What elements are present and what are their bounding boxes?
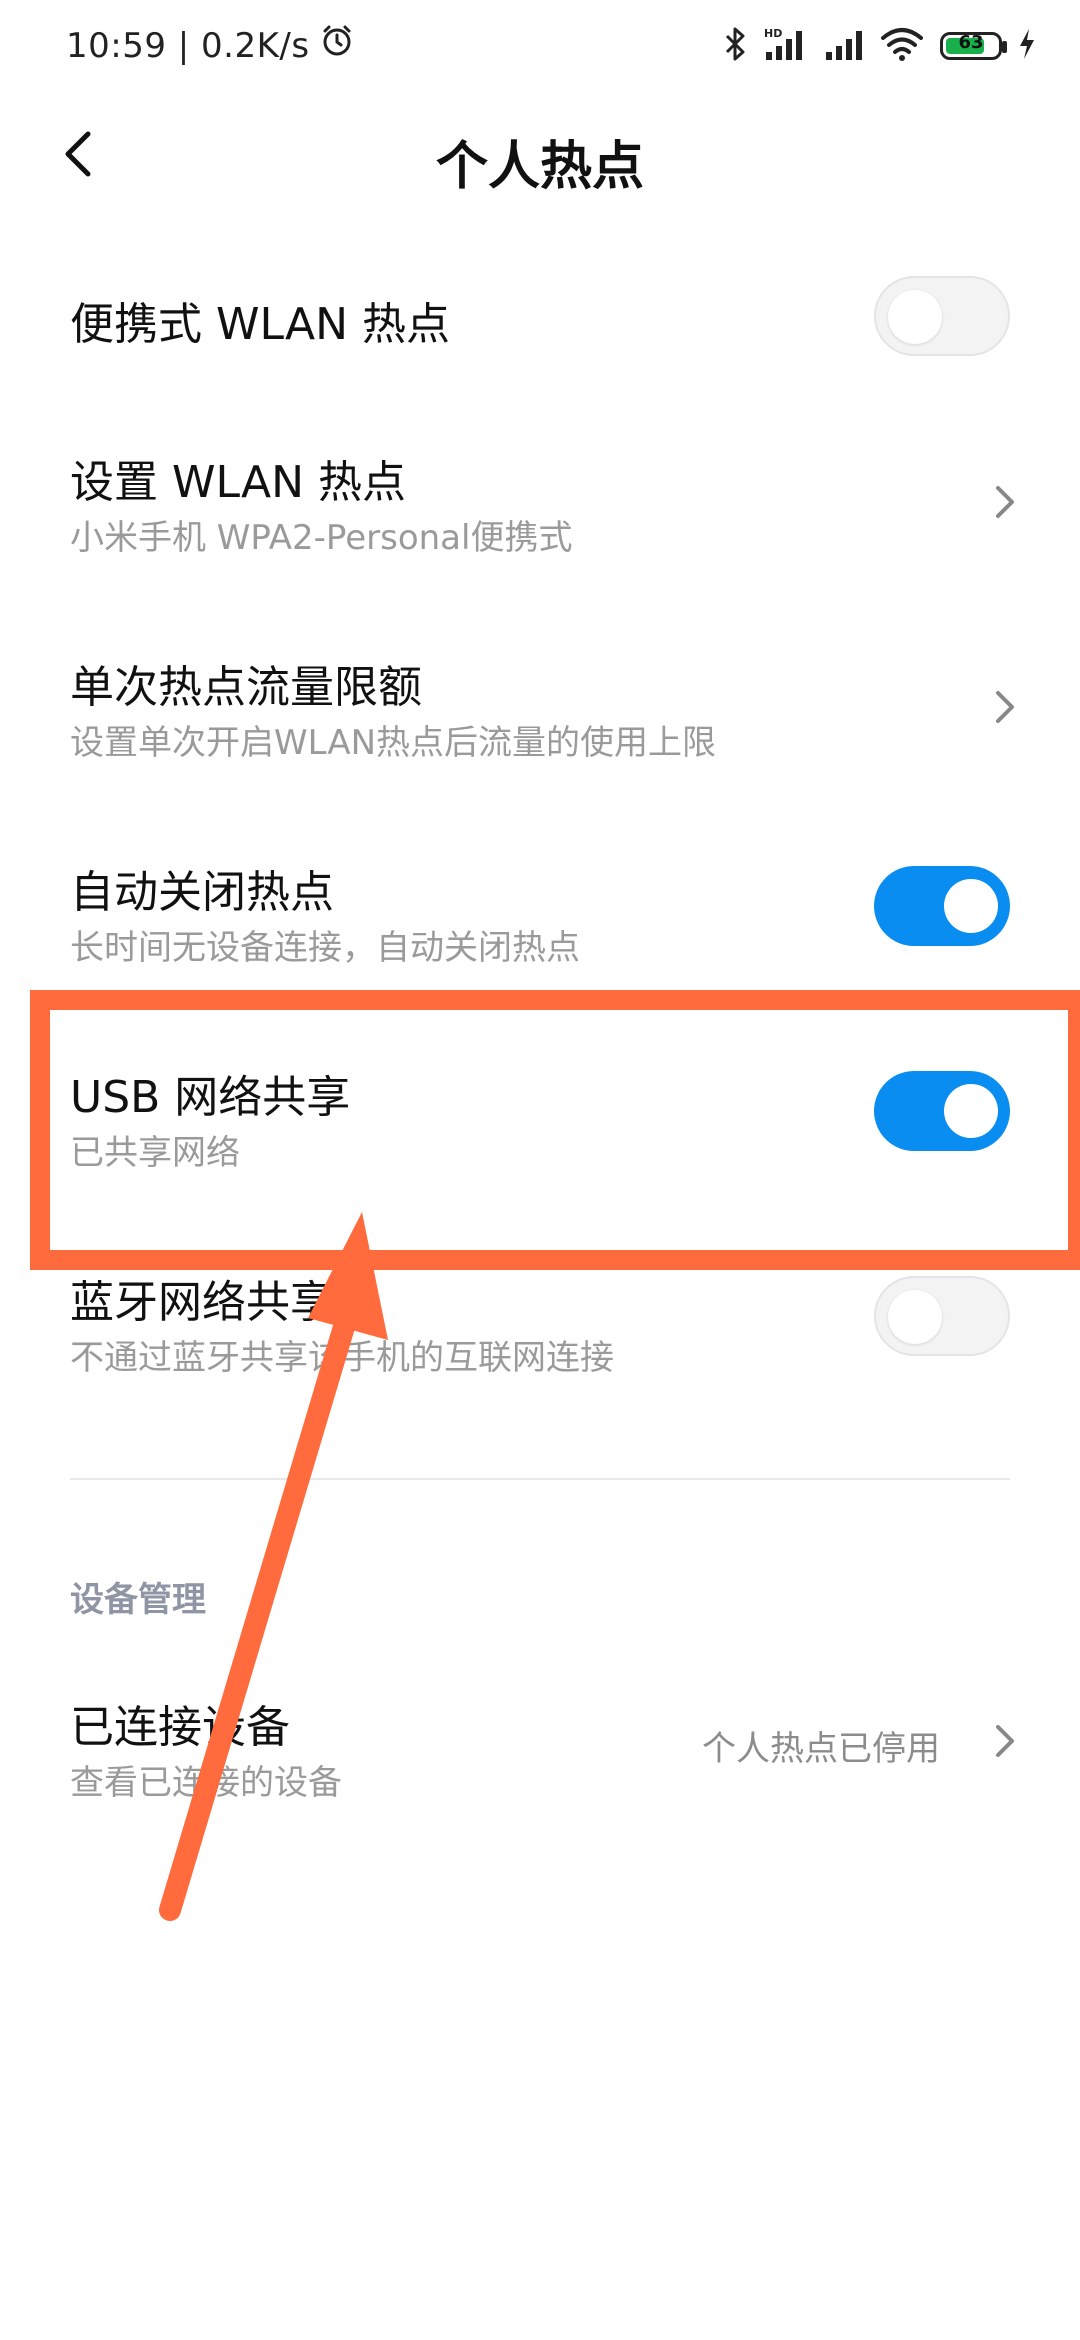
- chevron-right-icon: [996, 486, 1014, 518]
- usb-tethering-title: USB 网络共享: [70, 1072, 351, 1123]
- chevron-right-icon: [996, 1725, 1014, 1757]
- section-divider: [70, 1478, 1010, 1480]
- row-bt-tethering[interactable]: 蓝牙网络共享 不通过蓝牙共享该手机的互联网连接: [0, 1240, 1080, 1410]
- status-right: HD 63: [724, 26, 1036, 66]
- data-limit-subtitle: 设置单次开启WLAN热点后流量的使用上限: [70, 723, 717, 763]
- wifi-icon: [880, 26, 924, 66]
- connected-devices-status: 个人热点已停用: [702, 1729, 940, 1769]
- row-portable-hotspot[interactable]: 便携式 WLAN 热点: [0, 260, 1080, 380]
- bt-tethering-subtitle: 不通过蓝牙共享该手机的互联网连接: [70, 1338, 614, 1378]
- bt-tethering-toggle[interactable]: [874, 1276, 1010, 1356]
- portable-hotspot-toggle[interactable]: [874, 276, 1010, 356]
- auto-off-subtitle: 长时间无设备连接，自动关闭热点: [70, 928, 580, 968]
- row-data-limit[interactable]: 单次热点流量限额 设置单次开启WLAN热点后流量的使用上限: [0, 625, 1080, 795]
- section-header-device-management: 设备管理: [70, 1580, 206, 1620]
- toggle-knob: [944, 879, 998, 933]
- setup-hotspot-title: 设置 WLAN 热点: [70, 457, 407, 508]
- status-left: 10:59 | 0.2K/s: [66, 24, 354, 67]
- alarm-icon: [320, 24, 354, 67]
- charging-icon: [1018, 28, 1036, 64]
- svg-text:HD: HD: [764, 27, 782, 40]
- toggle-knob: [944, 1084, 998, 1138]
- bluetooth-icon: [724, 26, 746, 66]
- auto-off-title: 自动关闭热点: [70, 867, 334, 918]
- usb-tethering-toggle[interactable]: [874, 1071, 1010, 1151]
- data-limit-title: 单次热点流量限额: [70, 662, 422, 713]
- hd-signal-icon: HD: [762, 26, 808, 66]
- portable-hotspot-title: 便携式 WLAN 热点: [70, 299, 451, 350]
- chevron-right-icon: [996, 691, 1014, 723]
- battery-level: 63: [958, 32, 984, 53]
- header: 个人热点: [0, 96, 1080, 216]
- connected-devices-title: 已连接设备: [70, 1702, 290, 1753]
- row-auto-off[interactable]: 自动关闭热点 长时间无设备连接，自动关闭热点: [0, 830, 1080, 1000]
- status-bar: 10:59 | 0.2K/s HD 63: [0, 0, 1080, 96]
- connected-devices-subtitle: 查看已连接的设备: [70, 1763, 342, 1803]
- row-connected-devices[interactable]: 已连接设备 查看已连接的设备 个人热点已停用: [0, 1665, 1080, 1835]
- usb-tethering-subtitle: 已共享网络: [70, 1133, 240, 1173]
- setup-hotspot-subtitle: 小米手机 WPA2-Personal便携式: [70, 518, 573, 558]
- auto-off-toggle[interactable]: [874, 866, 1010, 946]
- row-setup-hotspot[interactable]: 设置 WLAN 热点 小米手机 WPA2-Personal便携式: [0, 420, 1080, 590]
- toggle-knob: [888, 1290, 942, 1344]
- battery-icon: 63: [940, 32, 1007, 60]
- toggle-knob: [888, 290, 942, 344]
- page-title: 个人热点: [435, 137, 644, 197]
- signal-icon: [824, 26, 864, 66]
- row-usb-tethering[interactable]: USB 网络共享 已共享网络: [0, 1035, 1080, 1205]
- bt-tethering-title: 蓝牙网络共享: [70, 1277, 334, 1328]
- status-time-speed: 10:59 | 0.2K/s: [66, 25, 310, 66]
